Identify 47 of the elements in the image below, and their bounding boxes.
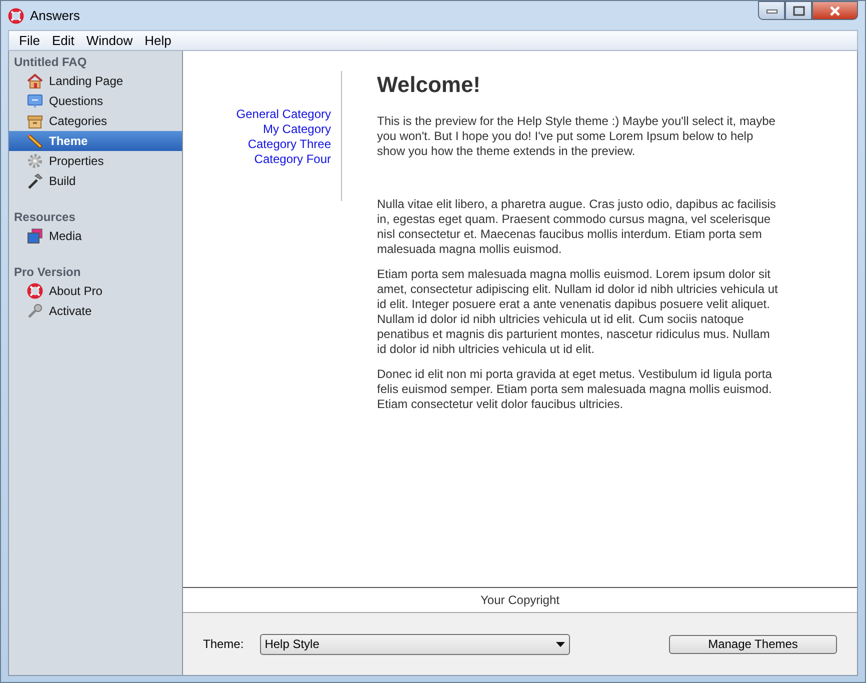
sidebar-item[interactable]: Questions — [9, 91, 182, 111]
box-icon — [27, 113, 43, 129]
minimize-button[interactable] — [758, 1, 785, 20]
welcome-heading: Welcome! — [377, 71, 482, 99]
sidebar-item[interactable]: Properties — [9, 151, 182, 171]
section-title: Pro Version — [13, 264, 82, 281]
gear-icon — [27, 153, 43, 169]
body-paragraph: Nulla vitae elit libero, a pharetra augue. Cras justo odio, dapibus ac facilisis in, egestas eget quam. Praesent commodo cursus magna, vel scelerisque nisl consectetur et. Maecenas faucibus mollis interdum. Etiam porta sem malesuada magna mollis euismod. — [377, 197, 777, 257]
maximize-button[interactable] — [785, 1, 812, 20]
category-link[interactable]: Category Three — [248, 137, 331, 152]
category-link[interactable]: General Category — [236, 107, 331, 122]
media-icon — [27, 228, 43, 244]
category-link[interactable]: Category Four — [254, 152, 331, 167]
sidebar-item[interactable]: Build — [9, 171, 182, 191]
sidebar-item[interactable]: Media — [9, 226, 182, 246]
dropdown-arrow-icon — [556, 642, 565, 646]
body-paragraph: Etiam porta sem malesuada magna mollis euismod. Lorem ipsum dolor sit amet, consectetur adipiscing elit. Nullam id dolor id nibh ultricies vehicula ut id elit. Integer posuere erat a ante venenatis dapibus posuere velit aliquet. Nullam id dolor id nibh ultricies vehicula ut id elit. Cum sociis natoque penatibus et magnis dis parturient montes, nascetur ridiculus mus. Nullam id dolor id nibh ultricies vehicula ut id elit. — [377, 267, 779, 357]
menu-item[interactable]: Window — [80, 33, 139, 48]
pencil-icon — [27, 133, 43, 149]
key-icon — [27, 303, 43, 319]
sidebar-item[interactable]: About Pro — [9, 281, 182, 301]
section-title: Untitled FAQ — [13, 54, 88, 71]
category-link[interactable]: My Category — [262, 122, 331, 137]
screen-icon — [27, 93, 43, 109]
theme-dropdown[interactable]: Help Style — [260, 634, 570, 654]
lifebuoy-icon — [27, 283, 43, 299]
sidebar-item[interactable]: Activate — [9, 301, 182, 321]
house-icon — [27, 73, 43, 89]
section-title: Resources — [13, 209, 76, 226]
minimize-icon — [766, 8, 778, 14]
hammer-icon — [27, 173, 43, 189]
window-title: Answers — [30, 8, 80, 23]
menu-item[interactable]: Help — [138, 33, 178, 48]
sidebar-item[interactable]: Categories — [9, 111, 182, 131]
body-paragraph: Donec id elit non mi porta gravida at eget metus. Vestibulum id ligula porta felis euismod semper. Etiam porta sem malesuada magna mollis euismod. Etiam consectetur velit dolor faucibus ultricies. — [377, 367, 773, 412]
intro-paragraph: This is the preview for the Help Style theme :) Maybe you'll select it, maybe you won't. But I hope you do! I've put some Lorem Ipsum below to help show you how the theme extends in the preview. — [377, 114, 776, 159]
close-icon — [828, 6, 842, 16]
copyright-text: Your Copyright — [480, 593, 560, 607]
menu-item[interactable]: Edit — [46, 33, 80, 48]
manage-themes-button[interactable]: Manage Themes — [669, 634, 837, 654]
theme-label: Theme: — [203, 637, 244, 651]
sidebar-item[interactable]: Theme — [9, 131, 182, 151]
maximize-icon — [792, 6, 804, 16]
lifebuoy-icon — [8, 8, 24, 24]
menu-item[interactable]: File — [13, 33, 46, 48]
close-button[interactable] — [812, 1, 858, 20]
sidebar-item[interactable]: Landing Page — [9, 71, 182, 91]
